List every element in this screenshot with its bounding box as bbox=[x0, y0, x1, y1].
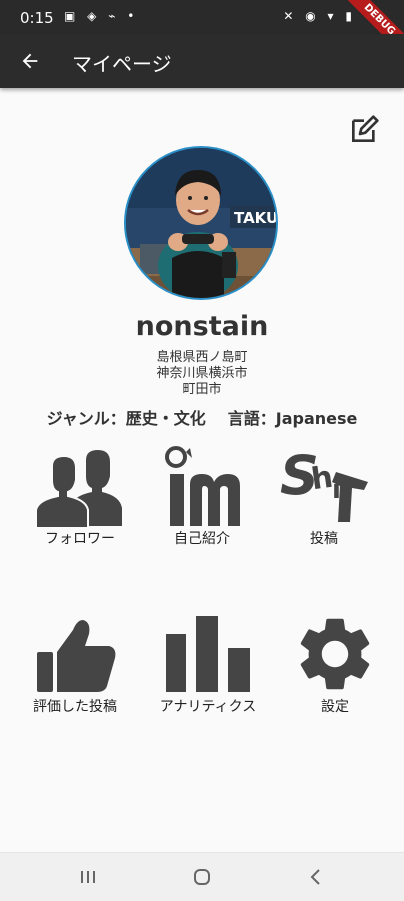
recent-apps-button[interactable] bbox=[68, 861, 108, 893]
analytics-menu-item[interactable]: アナリティクス bbox=[148, 608, 268, 718]
shit-icon: S h i bbox=[280, 444, 368, 522]
edit-profile-button[interactable] bbox=[344, 110, 384, 150]
banner-text: TAKU bbox=[234, 209, 276, 227]
menu-label: 投稿 bbox=[310, 531, 338, 547]
language-label: 言語：Japanese bbox=[227, 409, 358, 428]
username: nonstain bbox=[135, 311, 269, 342]
home-button[interactable] bbox=[182, 861, 222, 893]
thumbs-up-icon bbox=[37, 620, 116, 692]
recent-apps-icon bbox=[81, 871, 95, 883]
menu-label: フォロワー bbox=[45, 531, 115, 547]
status-time: 0:15 bbox=[20, 9, 54, 27]
rated-posts-menu-item[interactable]: 評価した投稿 bbox=[15, 608, 135, 718]
notification-icons: ▣ ◈ ⌁ • bbox=[64, 9, 139, 23]
profile-info-row: ジャンル：歴史・文化 言語：Japanese bbox=[0, 405, 404, 429]
profile-photo: TAKU bbox=[126, 148, 276, 298]
back-nav-button[interactable] bbox=[296, 861, 336, 893]
genre-label: ジャンル：歴史・文化 bbox=[46, 409, 206, 428]
system-navigation-bar bbox=[0, 852, 404, 901]
bar-chart-icon bbox=[166, 616, 250, 692]
posts-menu-item[interactable]: S h i 投稿 bbox=[264, 440, 384, 550]
menu-label: 設定 bbox=[321, 699, 349, 715]
followers-menu-item[interactable]: フォロワー bbox=[20, 440, 140, 550]
gear-icon bbox=[300, 618, 370, 690]
home-icon bbox=[194, 869, 210, 885]
location-line: 島根県西ノ島町 bbox=[156, 350, 248, 365]
back-button[interactable] bbox=[10, 41, 50, 81]
settings-menu-item[interactable]: 設定 bbox=[275, 608, 395, 718]
status-bar: 0:15 ▣ ◈ ⌁ • ✕ ◉ ▾ ▮ DEBUG bbox=[0, 0, 404, 65]
app-bar: マイページ bbox=[0, 34, 404, 88]
chevron-left-icon bbox=[310, 869, 320, 885]
menu-label: 評価した投稿 bbox=[33, 699, 117, 715]
system-status-icons: ✕ ◉ ▾ ▮ bbox=[283, 9, 356, 23]
location-line: 神奈川県横浜市 bbox=[156, 366, 248, 381]
arrow-left-icon bbox=[22, 53, 38, 69]
avatar[interactable]: TAKU bbox=[124, 146, 278, 300]
followers-icon bbox=[35, 450, 122, 528]
location-line: 町田市 bbox=[182, 382, 222, 397]
edit-pencil-icon bbox=[352, 115, 379, 142]
self-introduction-menu-item[interactable]: 自己紹介 bbox=[142, 440, 262, 550]
menu-label: 自己紹介 bbox=[174, 531, 230, 547]
im-icon bbox=[165, 446, 240, 526]
page-title: マイページ bbox=[72, 52, 172, 76]
menu-label: アナリティクス bbox=[159, 699, 257, 715]
